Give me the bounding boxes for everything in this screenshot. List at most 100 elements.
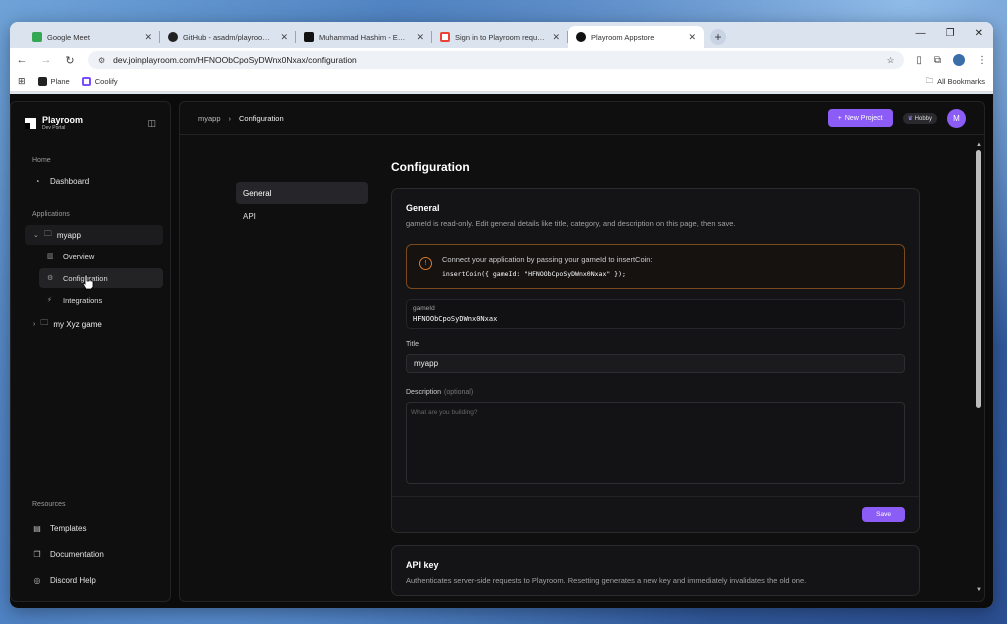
forward-icon[interactable]: → — [40, 54, 52, 66]
new-project-label: New Project — [844, 114, 883, 122]
tab-title: Playroom Appstore — [591, 32, 655, 42]
tab-github[interactable]: GitHub - asadm/playroom-doc ✕ — [160, 26, 296, 48]
tab-google-meet[interactable]: Google Meet ✕ — [24, 26, 160, 48]
tab-title: Muhammad Hashim - EMP-CKI — [319, 32, 412, 42]
chart-icon: ▥ — [47, 253, 54, 260]
connect-callout: ! Connect your application by passing yo… — [406, 244, 905, 289]
api-key-heading: API key — [406, 560, 439, 570]
content: Configuration General gameId is read-onl… — [391, 160, 920, 601]
bookmark-label: Coolify — [94, 77, 118, 86]
google-meet-icon — [32, 32, 42, 42]
breadcrumb-root[interactable]: myapp — [198, 114, 221, 123]
bookmark-plane[interactable]: Plane — [37, 77, 70, 86]
close-icon[interactable]: ✕ — [280, 32, 288, 43]
close-icon[interactable]: ✕ — [552, 32, 560, 43]
crown-icon: ♛ — [907, 115, 913, 122]
extensions-icon[interactable]: ⧉ — [934, 55, 941, 66]
card-footer: Save — [392, 496, 919, 532]
minimize-icon[interactable]: — — [916, 28, 926, 39]
topbar: myapp › Configuration + New Project ♛ Ho… — [180, 102, 984, 135]
dashboard-icon: ◔ — [34, 176, 40, 186]
plane-icon — [37, 77, 47, 86]
general-card: General gameId is read-only. Edit genera… — [391, 188, 920, 533]
discord-icon: ◎ — [33, 575, 41, 585]
sidebar-item-dashboard[interactable]: ◔ Dashboard — [11, 171, 170, 191]
reload-icon[interactable]: ↻ — [64, 54, 76, 67]
all-bookmarks-label: All Bookmarks — [937, 77, 985, 86]
tab-gmail[interactable]: Sign in to Playroom requested ✕ — [432, 26, 568, 48]
sidebar-app-my-xyz-game[interactable]: › 🗀 my Xyz game — [25, 314, 163, 334]
sidebar-item-label: Templates — [50, 523, 87, 533]
sidebar-item-configuration[interactable]: ⚙ Configuration — [39, 268, 163, 288]
title-input[interactable]: myapp — [406, 354, 905, 373]
new-tab-button[interactable]: + — [710, 29, 726, 45]
main-panel: myapp › Configuration + New Project ♛ Ho… — [179, 101, 985, 602]
bookmark-star-icon[interactable]: ☆ — [887, 55, 895, 66]
gmail-icon — [440, 32, 450, 42]
sidebar-item-label: Dashboard — [50, 176, 90, 186]
sidebar-toggle-icon[interactable]: ◫ — [147, 118, 156, 129]
sidebar-item-templates[interactable]: ▤ Templates — [11, 515, 170, 541]
breadcrumb-current: Configuration — [239, 113, 284, 123]
sidebar-item-overview[interactable]: ▥ Overview — [39, 246, 163, 266]
general-heading: General — [406, 203, 440, 213]
brand[interactable]: Playroom Dev Portal ◫ — [11, 102, 170, 149]
url-text[interactable]: dev.joinplayroom.com/HFNOObCpoSyDWnx0Nxa… — [113, 55, 879, 65]
gear-icon: ⚙ — [47, 275, 54, 282]
github-icon — [168, 32, 178, 42]
callout-text: Connect your application by passing your… — [442, 255, 653, 264]
description-textarea[interactable]: What are you building? — [406, 402, 905, 484]
api-key-description: Authenticates server-side requests to Pl… — [406, 576, 807, 585]
sidebar-item-label: Integrations — [63, 295, 103, 305]
close-icon[interactable]: ✕ — [144, 32, 152, 43]
sidebar-item-label: Documentation — [50, 549, 104, 559]
scroll-thumb[interactable] — [976, 150, 981, 408]
close-window-icon[interactable]: ✕ — [975, 28, 983, 39]
playroom-icon — [576, 32, 586, 42]
sidebar-item-discord-help[interactable]: ◎ Discord Help — [11, 567, 170, 593]
address-bar[interactable]: ⚙ dev.joinplayroom.com/HFNOObCpoSyDWnx0N… — [88, 51, 905, 69]
close-icon[interactable]: ✕ — [416, 32, 424, 43]
subnav-general[interactable]: General — [236, 182, 368, 204]
description-label: Description (optional) — [406, 389, 905, 396]
sidebar-item-label: Discord Help — [50, 575, 96, 585]
callout-code[interactable]: insertCoin({ gameId: "HFNOObCpoSyDWnx0Nx… — [442, 270, 653, 278]
scroll-down-icon[interactable]: ▼ — [976, 587, 982, 593]
plan-badge: ♛ Hobby — [902, 112, 937, 124]
browser-window: Google Meet ✕ GitHub - asadm/playroom-do… — [10, 22, 993, 608]
gameid-field[interactable]: gameId HFNOObCpoSyDWnx0Nxax — [406, 299, 905, 329]
scroll-up-icon[interactable]: ▲ — [976, 142, 982, 148]
new-project-button[interactable]: + New Project — [827, 109, 893, 127]
all-bookmarks[interactable]: 🗀 All Bookmarks — [926, 75, 985, 88]
title-label: Title — [406, 341, 419, 348]
profile-avatar[interactable] — [953, 54, 965, 66]
scrollbar[interactable]: ▲ ▼ — [976, 142, 982, 593]
apps-grid-icon[interactable]: ⊞ — [18, 76, 26, 87]
sidebar-app-myapp[interactable]: ⌄ 🗀 myapp — [25, 225, 163, 245]
restore-icon[interactable]: ❐ — [946, 28, 955, 39]
user-avatar[interactable]: M — [947, 108, 966, 128]
reading-mode-icon[interactable]: ▯ — [916, 55, 922, 66]
close-icon[interactable]: ✕ — [688, 32, 696, 43]
bookmark-coolify[interactable]: Coolify — [81, 77, 118, 86]
gameid-value[interactable]: HFNOObCpoSyDWnx0Nxax — [413, 315, 898, 323]
back-icon[interactable]: ← — [16, 54, 28, 66]
sidebar-item-documentation[interactable]: ❐ Documentation — [11, 541, 170, 567]
tab-muhammad-hashim[interactable]: Muhammad Hashim - EMP-CKI ✕ — [296, 26, 432, 48]
tab-title: Sign in to Playroom requested — [455, 32, 548, 42]
brand-name: Playroom — [42, 115, 84, 125]
subnav-api[interactable]: API — [236, 205, 368, 227]
plan-badge-label: Hobby — [914, 115, 932, 122]
sidebar-item-label: Overview — [63, 251, 95, 261]
section-label-applications: Applications — [32, 211, 70, 218]
plus-icon: + — [837, 114, 842, 122]
section-label-home: Home — [32, 157, 51, 164]
save-button[interactable]: Save — [862, 507, 905, 522]
site-info-icon[interactable]: ⚙ — [98, 56, 105, 65]
playroom-logo-icon — [25, 118, 36, 129]
api-key-card: API key Authenticates server-side reques… — [391, 545, 920, 596]
sidebar-item-integrations[interactable]: ⚡ Integrations — [39, 290, 163, 310]
tab-playroom-appstore[interactable]: Playroom Appstore ✕ — [568, 26, 704, 48]
chevron-down-icon: ⌄ — [33, 232, 39, 239]
menu-icon[interactable]: ⋮ — [977, 55, 987, 66]
